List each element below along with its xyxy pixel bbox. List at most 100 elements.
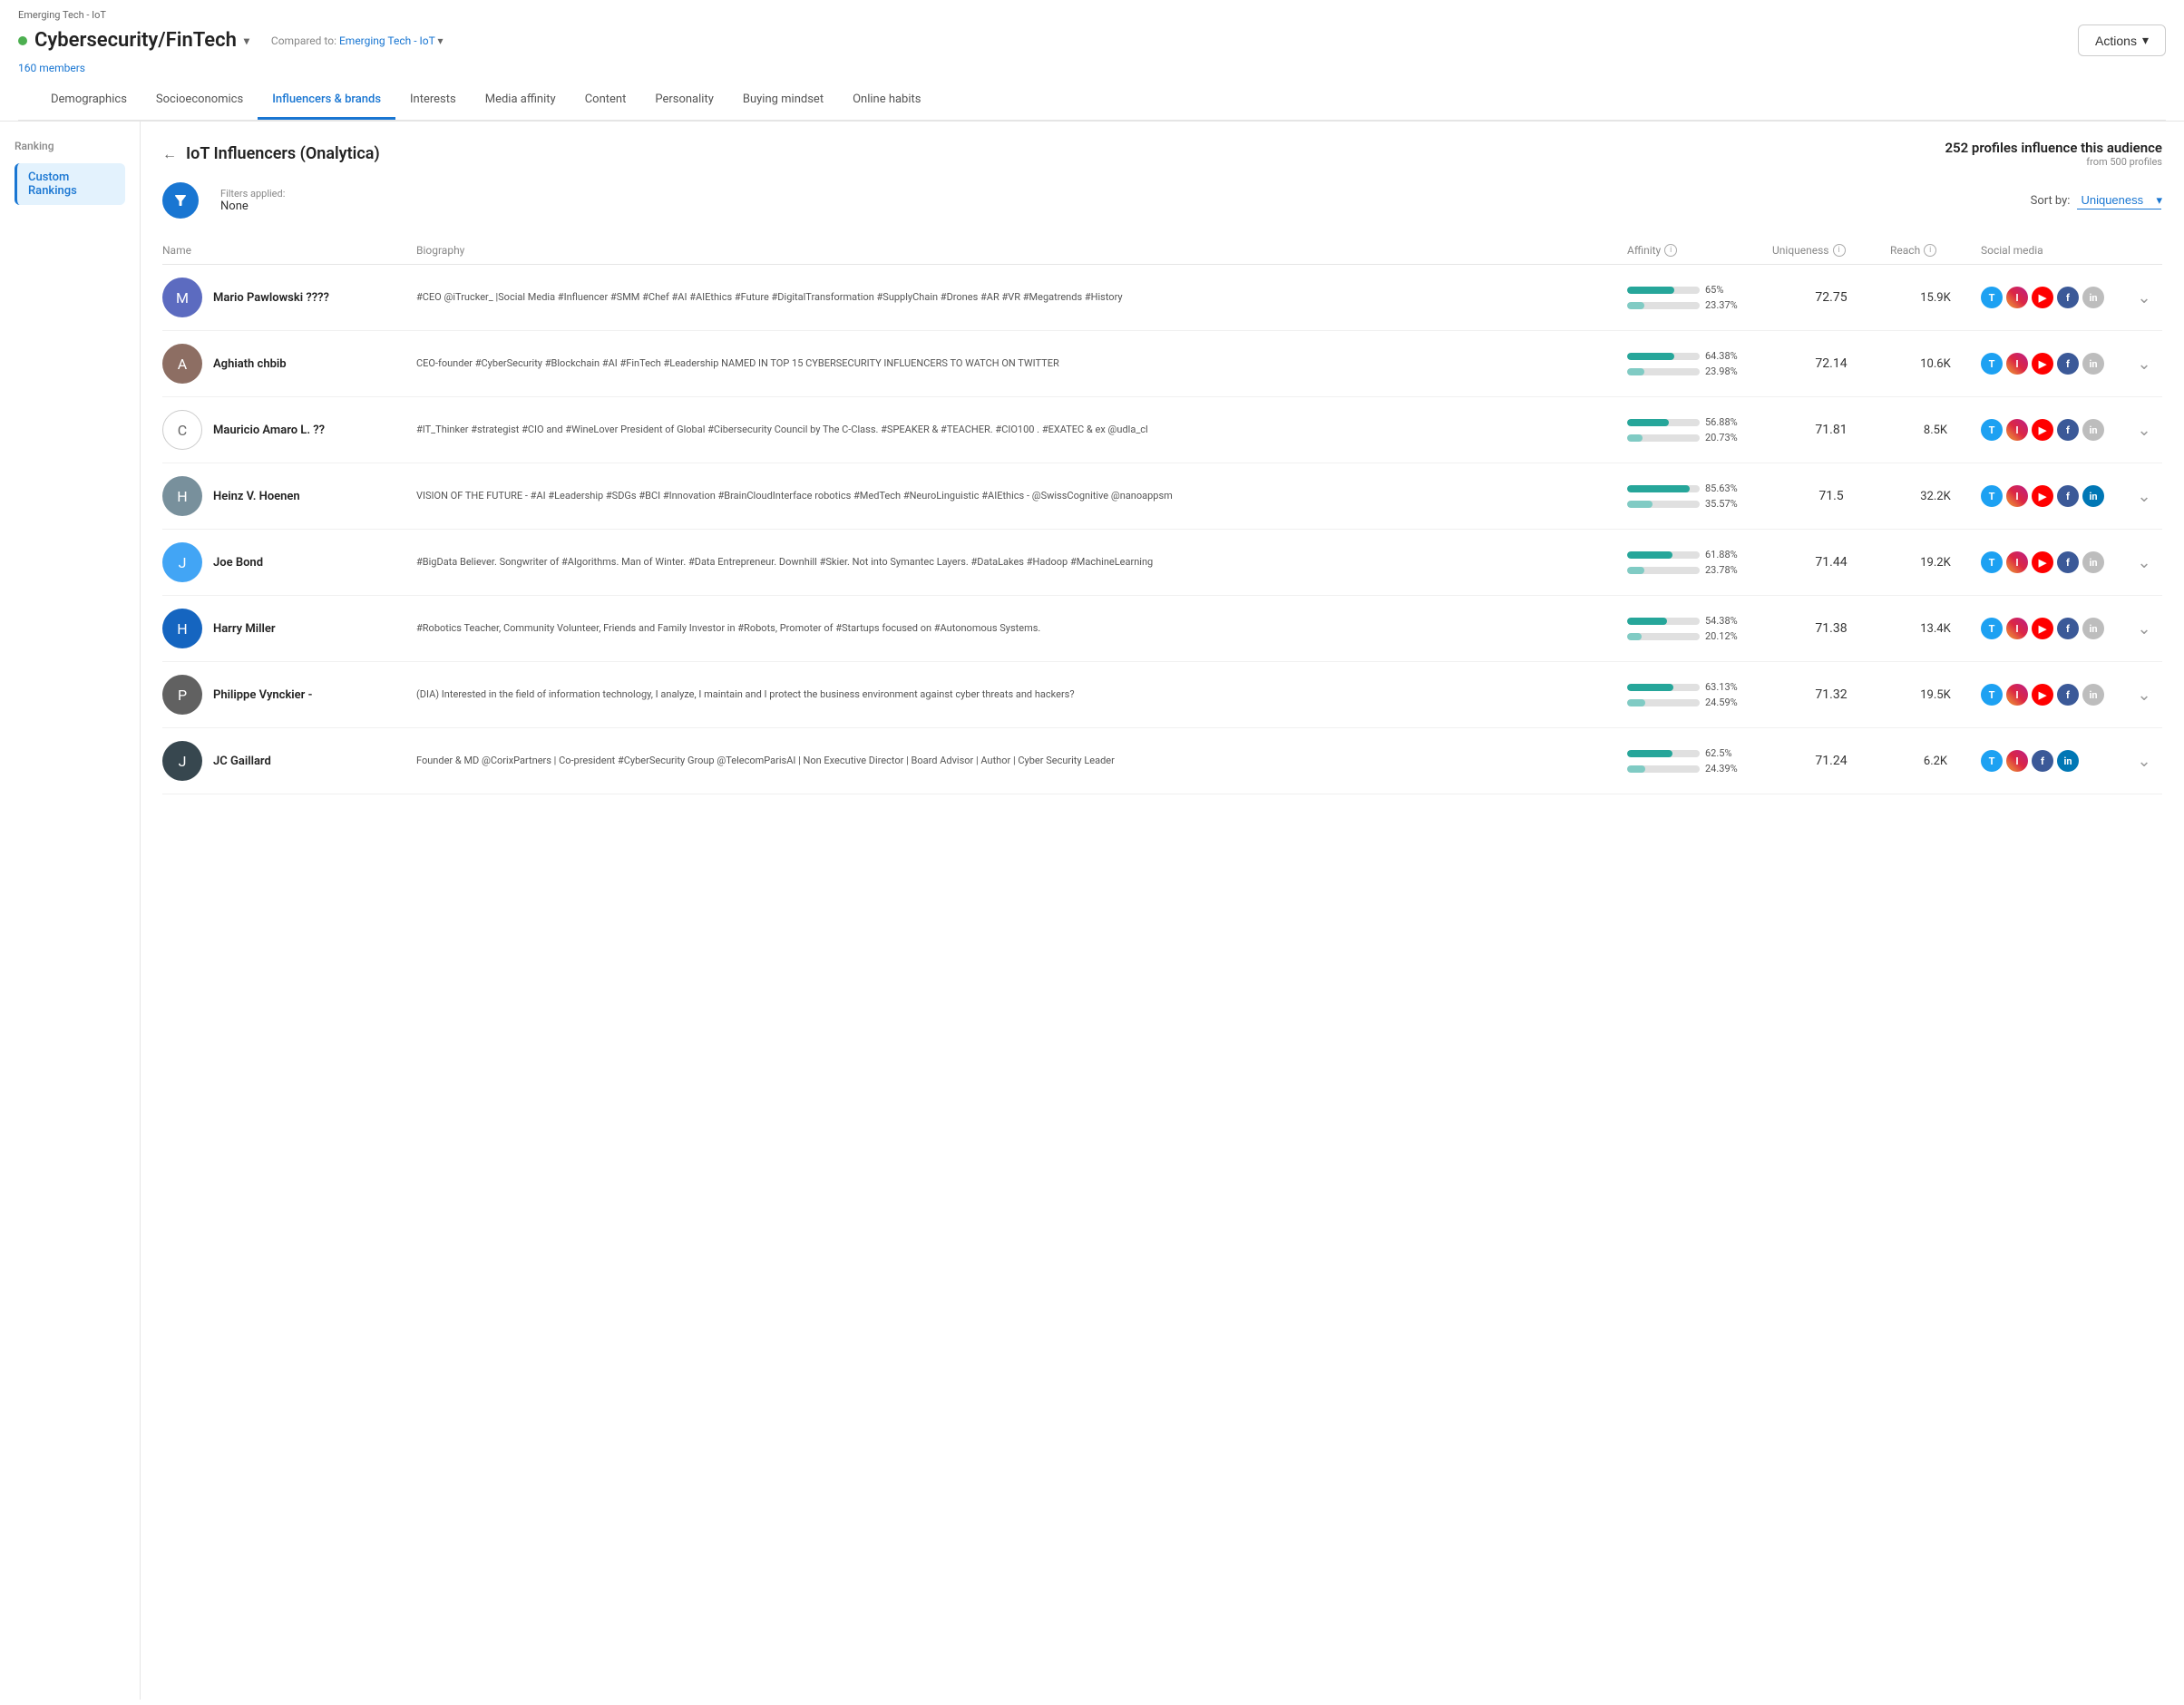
social-youtube-icon[interactable]: ▶: [2032, 485, 2053, 507]
influencer-name[interactable]: Harry Miller: [213, 622, 276, 636]
social-linkedin-grey-icon[interactable]: in: [2082, 353, 2104, 375]
social-facebook-icon[interactable]: f: [2057, 551, 2079, 573]
affinity-bottom-pct: 23.37%: [1705, 299, 1740, 311]
social-facebook-icon[interactable]: f: [2057, 287, 2079, 308]
tab-influencers-brands[interactable]: Influencers & brands: [258, 82, 395, 120]
sort-row: Sort by: Uniqueness Affinity Reach ▾: [2031, 191, 2162, 209]
sidebar-item-custom-rankings[interactable]: Custom Rankings: [15, 163, 125, 205]
tab-content[interactable]: Content: [570, 82, 641, 120]
avatar: J: [162, 741, 202, 781]
social-cell: TI▶fin: [1981, 485, 2126, 507]
social-instagram-icon[interactable]: I: [2006, 750, 2028, 772]
social-linkedin-icon[interactable]: in: [2082, 485, 2104, 507]
social-instagram-icon[interactable]: I: [2006, 684, 2028, 706]
expand-button[interactable]: ⌄: [2126, 686, 2162, 705]
social-twitter-icon[interactable]: T: [1981, 750, 2003, 772]
influencer-name[interactable]: Heinz V. Hoenen: [213, 490, 300, 503]
affinity-bottom-pct: 24.59%: [1705, 697, 1740, 708]
filters-value: None: [220, 200, 285, 213]
filter-button[interactable]: [162, 182, 199, 219]
influencer-row: A Aghiath chbib CEO-founder #CyberSecuri…: [162, 331, 2162, 397]
social-youtube-icon[interactable]: ▶: [2032, 419, 2053, 441]
affinity-bottom-pct: 35.57%: [1705, 498, 1740, 510]
influencer-name[interactable]: Joe Bond: [213, 556, 263, 570]
col-affinity: Affinity i: [1627, 244, 1772, 257]
influencer-name[interactable]: Aghiath chbib: [213, 357, 287, 371]
avatar: H: [162, 609, 202, 648]
social-linkedin-icon[interactable]: in: [2057, 750, 2079, 772]
social-instagram-icon[interactable]: I: [2006, 618, 2028, 639]
tab-interests[interactable]: Interests: [395, 82, 471, 120]
social-twitter-icon[interactable]: T: [1981, 485, 2003, 507]
affinity-bar-bottom-fill: [1627, 633, 1642, 640]
expand-button[interactable]: ⌄: [2126, 355, 2162, 374]
expand-button[interactable]: ⌄: [2126, 421, 2162, 440]
social-twitter-icon[interactable]: T: [1981, 551, 2003, 573]
social-youtube-icon[interactable]: ▶: [2032, 618, 2053, 639]
uniqueness-cell: 71.38: [1772, 621, 1890, 636]
uniqueness-info-icon[interactable]: i: [1833, 244, 1846, 257]
expand-button[interactable]: ⌄: [2126, 752, 2162, 771]
expand-button[interactable]: ⌄: [2126, 487, 2162, 506]
social-twitter-icon[interactable]: T: [1981, 419, 2003, 441]
affinity-bar-bottom-bg: [1627, 501, 1700, 508]
influencer-name[interactable]: Mauricio Amaro L. ??: [213, 424, 325, 437]
expand-button[interactable]: ⌄: [2126, 288, 2162, 307]
compared-to-link[interactable]: Emerging Tech - IoT: [339, 34, 435, 47]
affinity-bar-bottom-fill: [1627, 765, 1645, 773]
social-facebook-icon[interactable]: f: [2032, 750, 2053, 772]
influencer-name[interactable]: Philippe Vynckier -: [213, 688, 312, 702]
social-instagram-icon[interactable]: I: [2006, 353, 2028, 375]
back-button[interactable]: ←: [162, 145, 177, 163]
social-facebook-icon[interactable]: f: [2057, 485, 2079, 507]
social-facebook-icon[interactable]: f: [2057, 684, 2079, 706]
tab-online-habits[interactable]: Online habits: [838, 82, 935, 120]
affinity-info-icon[interactable]: i: [1664, 244, 1677, 257]
tab-buying-mindset[interactable]: Buying mindset: [728, 82, 838, 120]
social-instagram-icon[interactable]: I: [2006, 287, 2028, 308]
social-twitter-icon[interactable]: T: [1981, 618, 2003, 639]
sort-select[interactable]: Uniqueness Affinity Reach: [2077, 191, 2161, 209]
social-facebook-icon[interactable]: f: [2057, 419, 2079, 441]
affinity-top-pct: 64.38%: [1705, 350, 1740, 362]
actions-button[interactable]: Actions ▾: [2078, 24, 2166, 56]
bio-cell: #IT_Thinker #strategist #CIO and #WineLo…: [416, 423, 1627, 438]
tab-socioeconomics[interactable]: Socioeconomics: [141, 82, 258, 120]
social-twitter-icon[interactable]: T: [1981, 353, 2003, 375]
bio-cell: #Robotics Teacher, Community Volunteer, …: [416, 621, 1627, 637]
reach-cell: 13.4K: [1890, 622, 1981, 636]
social-facebook-icon[interactable]: f: [2057, 353, 2079, 375]
social-cell: TI▶fin: [1981, 419, 2126, 441]
social-youtube-icon[interactable]: ▶: [2032, 353, 2053, 375]
social-instagram-icon[interactable]: I: [2006, 485, 2028, 507]
audience-dropdown[interactable]: ▾: [244, 34, 249, 47]
tab-personality[interactable]: Personality: [640, 82, 728, 120]
filters-label: Filters applied:: [220, 188, 285, 200]
expand-button[interactable]: ⌄: [2126, 553, 2162, 572]
social-linkedin-grey-icon[interactable]: in: [2082, 287, 2104, 308]
influencer-row: H Harry Miller #Robotics Teacher, Commun…: [162, 596, 2162, 662]
social-youtube-icon[interactable]: ▶: [2032, 551, 2053, 573]
affinity-cell: 54.38% 20.12%: [1627, 615, 1772, 642]
social-twitter-icon[interactable]: T: [1981, 287, 2003, 308]
affinity-cell: 63.13% 24.59%: [1627, 681, 1772, 708]
social-linkedin-grey-icon[interactable]: in: [2082, 618, 2104, 639]
influencer-name[interactable]: Mario Pawlowski ????: [213, 291, 329, 305]
social-twitter-icon[interactable]: T: [1981, 684, 2003, 706]
reach-info-icon[interactable]: i: [1924, 244, 1936, 257]
social-youtube-icon[interactable]: ▶: [2032, 287, 2053, 308]
col-uniqueness: Uniqueness i: [1772, 244, 1890, 257]
social-youtube-icon[interactable]: ▶: [2032, 684, 2053, 706]
social-linkedin-grey-icon[interactable]: in: [2082, 551, 2104, 573]
social-linkedin-grey-icon[interactable]: in: [2082, 684, 2104, 706]
tab-media-affinity[interactable]: Media affinity: [471, 82, 570, 120]
compared-to-dropdown[interactable]: ▾: [438, 34, 444, 47]
social-instagram-icon[interactable]: I: [2006, 551, 2028, 573]
influencer-name[interactable]: JC Gaillard: [213, 755, 271, 768]
tab-demographics[interactable]: Demographics: [36, 82, 141, 120]
social-facebook-icon[interactable]: f: [2057, 618, 2079, 639]
expand-button[interactable]: ⌄: [2126, 619, 2162, 638]
uniqueness-cell: 71.5: [1772, 489, 1890, 503]
social-instagram-icon[interactable]: I: [2006, 419, 2028, 441]
social-linkedin-grey-icon[interactable]: in: [2082, 419, 2104, 441]
